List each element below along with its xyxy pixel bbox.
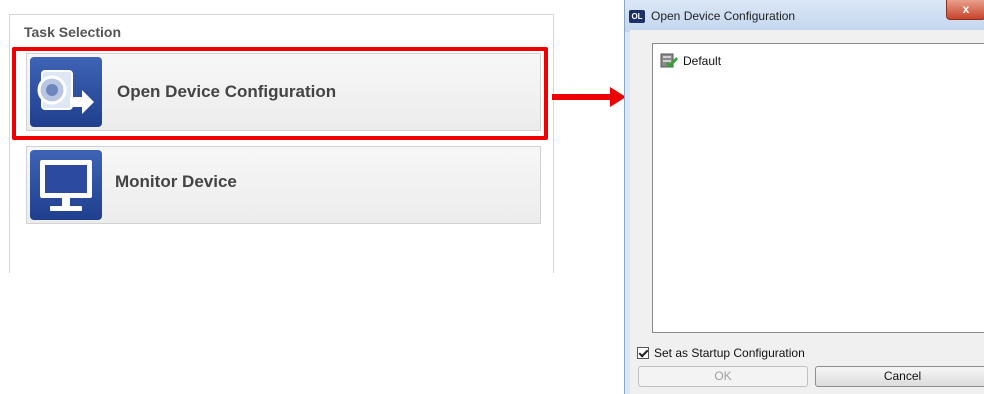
dialog-content: Default Set as Startup Configuration OK … <box>630 30 984 394</box>
list-item-label: Default <box>683 54 722 68</box>
app-logo-icon: OL <box>629 10 645 23</box>
dialog-titlebar[interactable]: OL Open Device Configuration x <box>625 0 984 32</box>
dialog-title: Open Device Configuration <box>651 9 796 23</box>
startup-configuration-option[interactable]: Set as Startup Configuration <box>637 346 805 360</box>
close-button[interactable]: x <box>946 0 984 20</box>
configuration-icon <box>660 53 678 69</box>
configuration-list[interactable]: Default <box>652 43 984 333</box>
pointer-arrow-icon <box>552 87 626 107</box>
cancel-button[interactable]: Cancel <box>815 366 984 387</box>
startup-checkbox[interactable] <box>637 347 649 359</box>
ok-button[interactable]: OK <box>638 366 808 387</box>
list-item-default[interactable]: Default <box>660 52 721 70</box>
open-device-configuration-dialog: OL Open Device Configuration x Default S… <box>624 0 984 394</box>
monitor-icon <box>30 150 102 220</box>
monitor-device-task[interactable]: Monitor Device <box>26 146 541 224</box>
startup-checkbox-label: Set as Startup Configuration <box>654 346 805 360</box>
highlight-box <box>12 47 548 140</box>
monitor-device-label: Monitor Device <box>115 172 237 191</box>
task-selection-title: Task Selection <box>24 24 122 40</box>
